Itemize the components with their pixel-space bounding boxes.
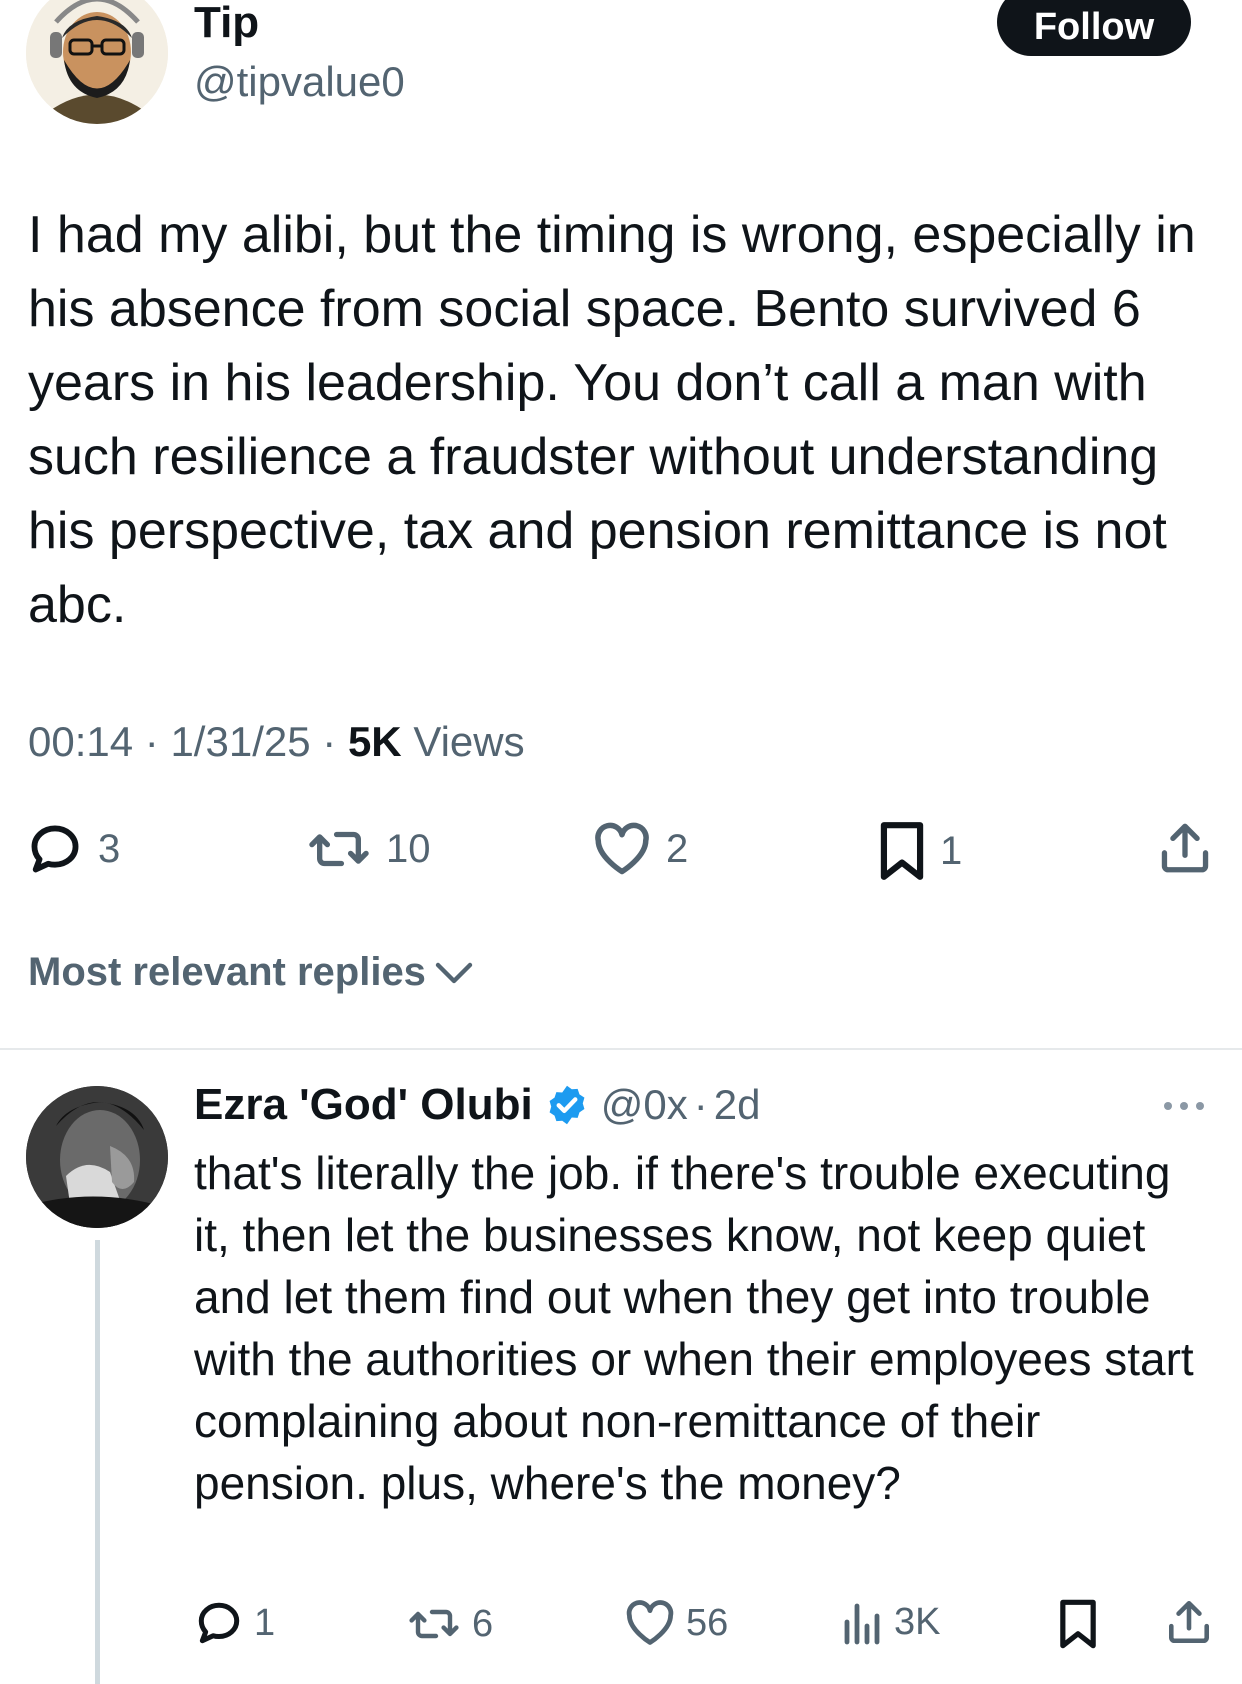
tweet-text: I had my alibi, but the timing is wrong,… [28,206,1196,634]
author-name[interactable]: Tip [194,0,259,48]
reply-views-count: 3K [894,1600,941,1643]
tweet-meta: 00:14 · 1/31/25 · 5K Views [28,718,525,766]
bookmark-icon [1060,1599,1096,1649]
verified-icon [549,1085,585,1125]
author-avatar-image [26,0,168,124]
reply-views-action[interactable]: 3K [842,1598,940,1646]
reply-bookmark-action[interactable] [1058,1598,1098,1650]
reply-action[interactable]: 3 [26,820,120,878]
reply-icon [31,825,79,873]
views-label: Views [413,718,525,765]
reply-avatar-image [26,1086,168,1228]
reply-header: Ezra 'God' Olubi @0x · 2d [194,1080,760,1130]
like-count: 2 [666,826,689,871]
bookmark-count: 1 [940,828,963,873]
reply-repost-count: 6 [472,1602,494,1645]
reply-separator: · [693,1081,708,1128]
tweet-date[interactable]: 1/31/25 [170,718,310,765]
reply-author-handle[interactable]: @0x [601,1081,688,1129]
more-options-button[interactable] [1162,1094,1206,1123]
follow-button[interactable]: Follow [997,0,1191,56]
share-action[interactable] [1156,818,1214,878]
reply-like-action[interactable]: 56 [624,1598,728,1648]
meta-separator: · [322,718,337,765]
reply-reply-action[interactable]: 1 [194,1598,275,1648]
repost-action[interactable]: 10 [306,820,431,878]
bookmark-action[interactable]: 1 [878,820,962,882]
like-icon [595,822,649,875]
repost-icon [309,831,369,867]
like-icon [626,1600,674,1645]
author-handle[interactable]: @tipvalue0 [194,58,405,106]
chevron-down-icon [435,962,473,983]
like-action[interactable]: 2 [592,820,688,878]
replies-sort-dropdown[interactable]: Most relevant replies [28,950,474,995]
reply-icon [198,1602,240,1644]
replies-sort-label: Most relevant replies [28,950,426,994]
share-icon [1169,1600,1209,1644]
section-divider [0,1048,1242,1050]
share-icon [1161,823,1209,873]
reply-author-avatar[interactable] [26,1086,168,1228]
reply-time[interactable]: 2d [714,1081,761,1129]
author-avatar[interactable] [26,0,168,124]
reply-text: that's literally the job. if there's tro… [194,1147,1194,1509]
repost-icon [409,1609,459,1639]
reply-repost-action[interactable]: 6 [406,1600,493,1648]
meta-separator: · [144,718,159,765]
more-icon [1164,1102,1204,1110]
reply-reply-count: 1 [254,1601,276,1644]
tweet-time[interactable]: 00:14 [28,718,133,765]
repost-count: 10 [386,826,431,871]
views-icon [844,1603,880,1645]
reply-author-name[interactable]: Ezra 'God' Olubi [194,1080,533,1130]
reply-like-count: 56 [686,1601,729,1644]
bookmark-icon [880,822,924,880]
reply-count: 3 [98,826,121,871]
thread-line [95,1240,100,1684]
views-count: 5K [347,718,402,765]
reply-share-action[interactable] [1164,1596,1214,1648]
